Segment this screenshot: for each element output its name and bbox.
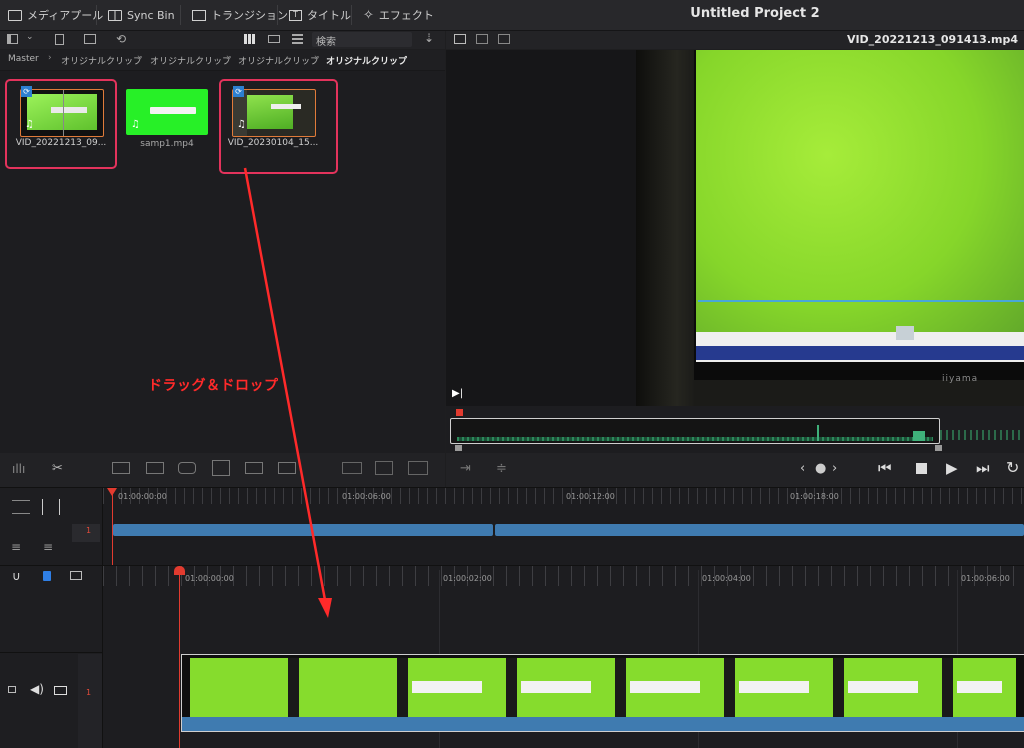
arrow-head-icon bbox=[318, 598, 332, 618]
drag-arrow bbox=[243, 167, 332, 618]
